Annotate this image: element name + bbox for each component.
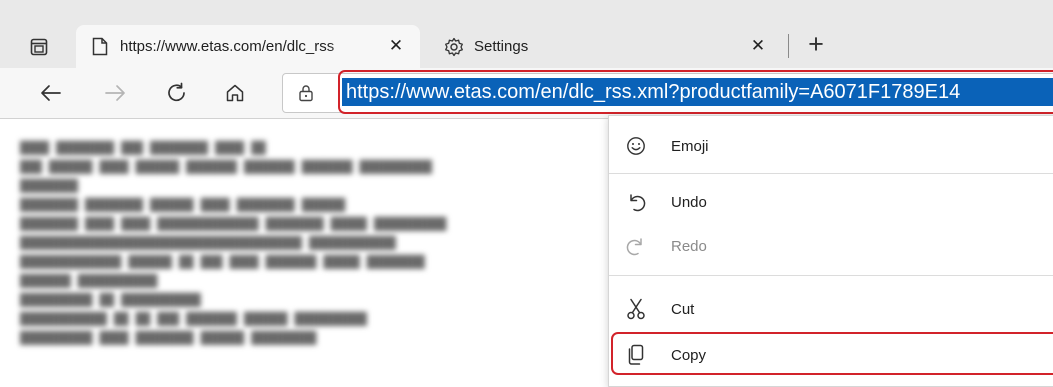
tab-title: Settings	[474, 38, 529, 55]
back-arrow-icon	[41, 85, 61, 101]
redo-icon	[625, 235, 647, 257]
back-button[interactable]	[34, 76, 68, 110]
refresh-icon	[168, 82, 185, 102]
tab-title: https://www.etas.com/en/dlc_rss	[120, 38, 335, 55]
menu-item-emoji[interactable]: Emoji	[609, 124, 1053, 168]
undo-icon	[625, 191, 647, 213]
menu-item-label: Cut	[671, 300, 695, 318]
cut-icon	[625, 298, 647, 320]
tab-settings[interactable]: Settings ✕	[430, 25, 766, 68]
lock-icon[interactable]	[297, 83, 315, 103]
menu-separator	[609, 173, 1053, 174]
tab-divider	[788, 34, 789, 58]
copy-highlight-box	[611, 332, 1053, 375]
menu-item-undo[interactable]: Undo	[609, 180, 1053, 224]
tab-strip: https://www.etas.com/en/dlc_rss ✕ Settin…	[0, 0, 1053, 68]
forward-arrow-icon	[105, 85, 125, 101]
menu-item-cut[interactable]: Cut	[609, 287, 1053, 331]
menu-item-label: Undo	[671, 193, 707, 211]
menu-item-label: Emoji	[671, 137, 709, 155]
page-icon	[90, 37, 110, 57]
new-tab-button[interactable]: +	[802, 30, 830, 58]
menu-item-redo[interactable]: Redo	[609, 224, 1053, 268]
blurred-xml-text: ████ ████████ ███ ████████ ████ ██ ███ █…	[20, 141, 447, 345]
gear-icon	[444, 37, 464, 57]
refresh-button[interactable]	[160, 76, 194, 110]
tab-close-button[interactable]: ✕	[748, 36, 768, 56]
menu-separator	[609, 275, 1053, 276]
emoji-icon	[625, 135, 647, 157]
home-button[interactable]	[218, 76, 252, 110]
tab-actions-button[interactable]	[28, 36, 50, 58]
tab-actions-icon	[30, 38, 48, 56]
forward-button[interactable]	[98, 76, 132, 110]
menu-item-label: Redo	[671, 237, 707, 255]
url-highlight-box	[338, 70, 1053, 114]
tab-close-button[interactable]: ✕	[386, 36, 406, 56]
home-icon	[226, 84, 244, 102]
tab-etas-rss[interactable]: https://www.etas.com/en/dlc_rss ✕	[76, 25, 420, 68]
